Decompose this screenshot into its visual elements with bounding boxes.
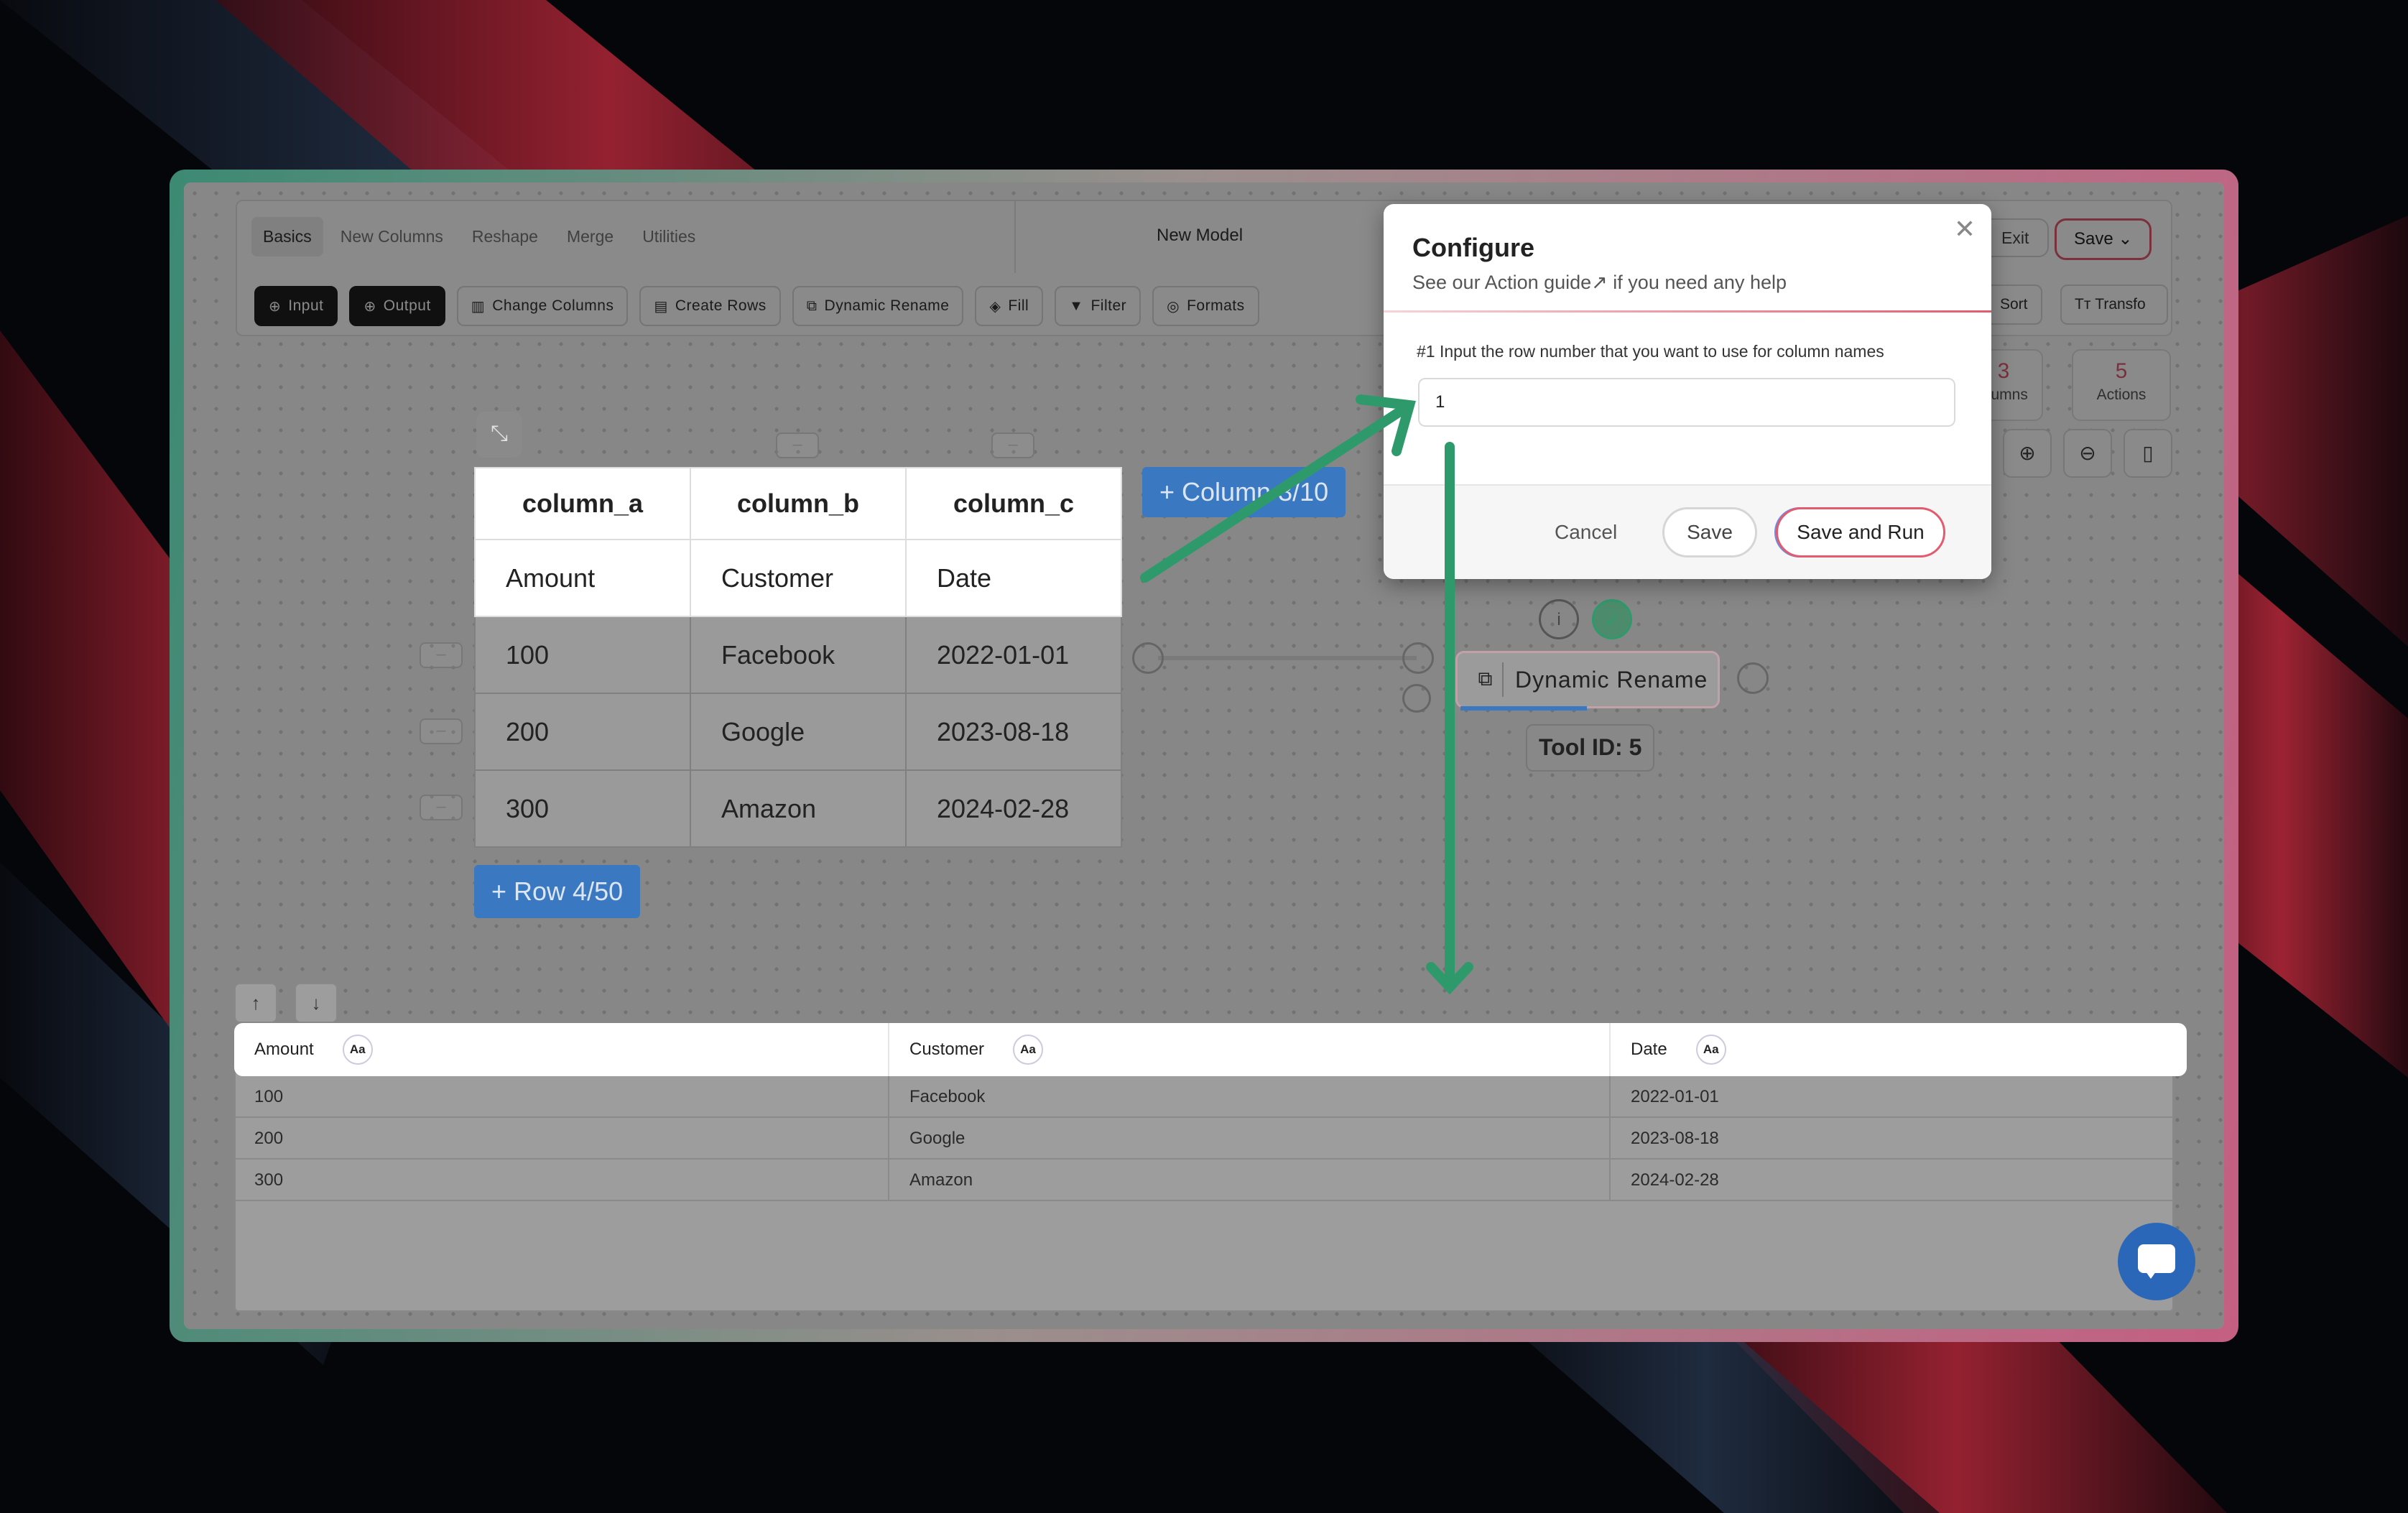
tool-id-badge: Tool ID: 5: [1526, 724, 1655, 772]
output-column-header[interactable]: Date Aa: [1611, 1023, 2172, 1076]
node-output-port[interactable]: [1737, 662, 1769, 694]
table-row: 200 Google 2023-08-18: [234, 1118, 2174, 1160]
table-row: 300 Amazon 2024-02-28: [474, 769, 1122, 848]
chat-button[interactable]: [2118, 1223, 2195, 1300]
output-column-header[interactable]: Customer Aa: [889, 1023, 1611, 1076]
check-icon[interactable]: ✓: [1592, 599, 1632, 639]
table-cell[interactable]: 2024-02-28: [1611, 1160, 2174, 1200]
cancel-button[interactable]: Cancel: [1555, 507, 1617, 557]
remove-row-button[interactable]: –: [420, 718, 463, 744]
table-cell[interactable]: 100: [474, 616, 691, 694]
modal-title: Configure: [1412, 233, 1534, 262]
arrow-down-button[interactable]: ↓: [295, 983, 338, 1023]
save-button[interactable]: Save: [1662, 507, 1757, 557]
table-row: 100 Facebook 2022-01-01: [474, 616, 1122, 694]
table-cell[interactable]: 300: [474, 769, 691, 848]
column-header[interactable]: column_b: [690, 467, 907, 540]
column-header[interactable]: column_c: [905, 467, 1122, 540]
table-cell[interactable]: Customer: [690, 539, 907, 617]
divider: [1384, 310, 1991, 313]
input-port-secondary[interactable]: [1402, 684, 1431, 713]
input-port[interactable]: [1402, 642, 1434, 674]
column-name: Customer: [909, 1040, 985, 1059]
table-cell[interactable]: Date: [905, 539, 1122, 617]
table-cell[interactable]: 200: [474, 693, 691, 771]
table-row: 300 Amazon 2024-02-28: [234, 1160, 2174, 1201]
remove-row-button[interactable]: –: [420, 795, 463, 820]
column-header[interactable]: column_a: [474, 467, 691, 540]
table-cell[interactable]: 300: [234, 1160, 889, 1200]
output-table-header: Amount Aa Customer Aa Date Aa: [234, 1023, 2187, 1076]
table-cell[interactable]: Facebook: [690, 616, 907, 694]
table-cell[interactable]: Amount: [474, 539, 691, 617]
dynamic-rename-node[interactable]: ⧉ Dynamic Rename: [1455, 651, 1720, 708]
table-cell[interactable]: Amazon: [889, 1160, 1611, 1200]
row-number-input[interactable]: 1: [1418, 378, 1955, 427]
modal-help-text[interactable]: See our Action guide↗ if you need any he…: [1412, 272, 1787, 294]
table-cell[interactable]: 2022-01-01: [905, 616, 1122, 694]
type-badge-icon[interactable]: Aa: [342, 1035, 373, 1065]
save-and-run-button[interactable]: Save and Run: [1776, 507, 1945, 557]
table-cell[interactable]: 100: [234, 1076, 889, 1116]
node-label: Dynamic Rename: [1515, 666, 1708, 693]
table-row: 200 Google 2023-08-18: [474, 693, 1122, 771]
table-row: Amount Customer Date: [474, 539, 1122, 617]
rename-icon: ⧉: [1469, 662, 1504, 697]
close-icon[interactable]: ✕: [1954, 214, 1976, 244]
row-number-label: #1 Input the row number that you want to…: [1417, 342, 1884, 361]
input-table: column_a column_b column_c Amount Custom…: [474, 467, 1122, 848]
add-column-button[interactable]: + Column 3/10: [1142, 467, 1346, 517]
arrow-up-icon: ↑: [251, 992, 261, 1014]
column-name: Amount: [254, 1040, 314, 1059]
remove-row-button[interactable]: –: [420, 642, 463, 668]
output-port[interactable]: [1132, 642, 1164, 674]
add-row-button[interactable]: + Row 4/50: [474, 865, 641, 918]
arrow-down-icon: ↓: [311, 992, 321, 1014]
info-icon[interactable]: i: [1539, 599, 1579, 639]
table-cell[interactable]: Facebook: [889, 1076, 1611, 1116]
table-header-row: column_a column_b column_c: [474, 467, 1122, 540]
connection-edge: [1158, 656, 1417, 660]
output-column-header[interactable]: Amount Aa: [234, 1023, 889, 1076]
node-progress-line: [1460, 706, 1587, 711]
table-cell[interactable]: 2024-02-28: [905, 769, 1122, 848]
remove-column-button[interactable]: –: [991, 432, 1034, 458]
type-badge-icon[interactable]: Aa: [1695, 1035, 1726, 1065]
table-cell[interactable]: 2023-08-18: [1611, 1118, 2174, 1158]
table-row: 100 Facebook 2022-01-01: [234, 1076, 2174, 1118]
arrow-up-button[interactable]: ↑: [234, 983, 277, 1023]
configure-modal: ✕ Configure See our Action guide↗ if you…: [1384, 204, 1991, 579]
chat-bubble-tail: [2144, 1269, 2158, 1279]
remove-column-button[interactable]: –: [776, 432, 819, 458]
table-cell[interactable]: 2022-01-01: [1611, 1076, 2174, 1116]
table-cell[interactable]: Google: [889, 1118, 1611, 1158]
column-name: Date: [1631, 1040, 1667, 1059]
table-cell[interactable]: Google: [690, 693, 907, 771]
table-cell[interactable]: 2023-08-18: [905, 693, 1122, 771]
table-cell[interactable]: 200: [234, 1118, 889, 1158]
type-badge-icon[interactable]: Aa: [1013, 1035, 1044, 1065]
collapse-icon[interactable]: ⤡: [476, 412, 522, 458]
table-cell[interactable]: Amazon: [690, 769, 907, 848]
